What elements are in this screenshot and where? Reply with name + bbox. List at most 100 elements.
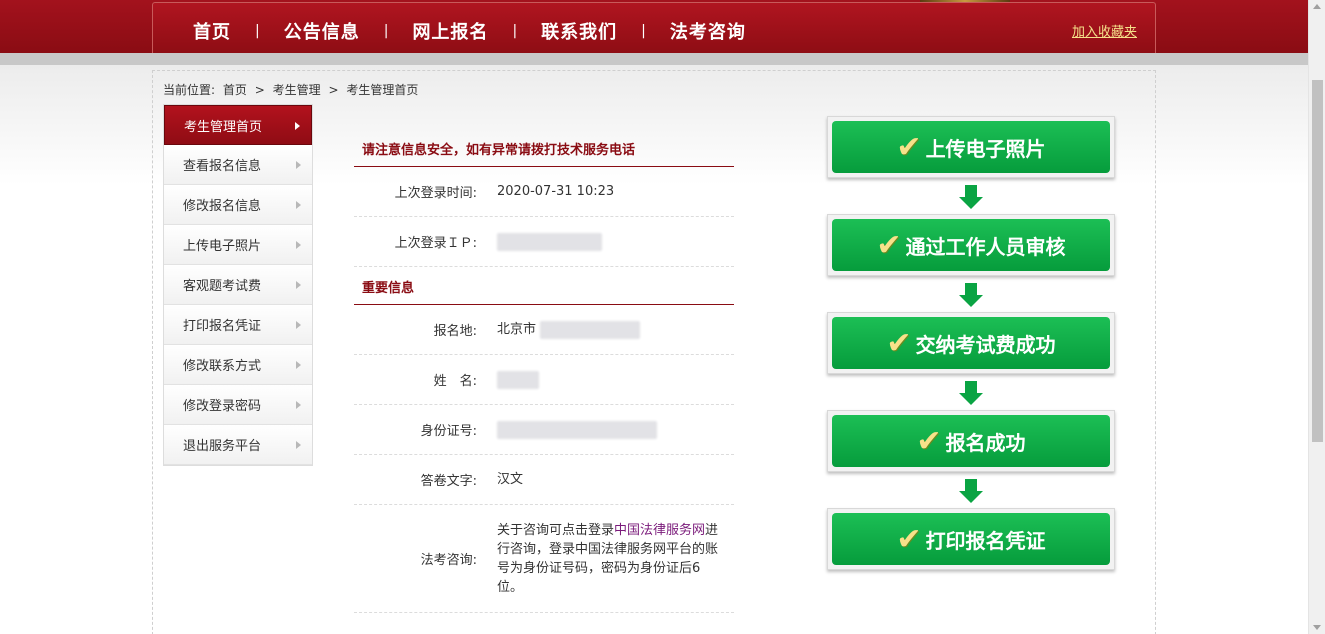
last-login-ip-value xyxy=(497,232,722,251)
name-label: 姓 名: xyxy=(433,374,477,389)
nav-separator: | xyxy=(255,23,260,39)
sidebar-item-view-registration[interactable]: 查看报名信息 xyxy=(164,145,312,185)
header-bar: 首页 | 公告信息 | 网上报名 | 联系我们 | 法考咨询 加入收藏夹 xyxy=(0,0,1308,53)
sidebar-item-edit-registration[interactable]: 修改报名信息 xyxy=(164,185,312,225)
info-row-id: 身份证号: xyxy=(354,405,734,455)
info-row-consultation: 法考咨询: 关于咨询可点击登录中国法律服务网进行咨询，登录中国法律服务网平台的账… xyxy=(354,505,734,613)
sidebar-menu: 考生管理首页 查看报名信息 修改报名信息 上传电子照片 客观题考试费 打印报名凭… xyxy=(163,104,313,466)
step-print-certificate: ✔ 打印报名凭证 xyxy=(827,508,1115,570)
arrow-down-icon xyxy=(959,283,983,309)
sidebar-item-label: 查看报名信息 xyxy=(183,159,262,174)
sidebar-item-edit-contact[interactable]: 修改联系方式 xyxy=(164,345,312,385)
last-login-time-value: 2020-07-31 10:23 xyxy=(497,184,615,199)
arrow-right-icon xyxy=(296,161,301,169)
scroll-down-icon[interactable] xyxy=(1313,625,1321,630)
id-label: 身份证号: xyxy=(420,424,477,439)
sidebar-item-change-password[interactable]: 修改登录密码 xyxy=(164,385,312,425)
last-login-time-label: 上次登录时间: xyxy=(394,186,477,201)
nav-online-registration[interactable]: 网上报名 xyxy=(412,18,488,44)
sidebar-item-label: 打印报名凭证 xyxy=(183,319,262,334)
scroll-up-icon[interactable] xyxy=(1313,4,1321,9)
nav-announcements[interactable]: 公告信息 xyxy=(284,18,360,44)
info-panel: 请注意信息安全，如有异常请拨打技术服务电话 上次登录时间: 2020-07-31… xyxy=(354,129,734,613)
nav-contact[interactable]: 联系我们 xyxy=(541,18,617,44)
add-favorite-link[interactable]: 加入收藏夹 xyxy=(1072,21,1137,40)
check-icon: ✔ xyxy=(886,325,912,361)
sidebar-item-label: 考生管理首页 xyxy=(184,119,263,135)
redacted-id-number xyxy=(497,420,657,439)
important-info-title: 重要信息 xyxy=(354,267,734,305)
sidebar-item-label: 上传电子照片 xyxy=(183,239,262,254)
step-staff-review: ✔ 通过工作人员审核 xyxy=(827,214,1115,276)
nav-separator: | xyxy=(512,23,518,39)
nav-home[interactable]: 首页 xyxy=(193,18,231,44)
redacted-name xyxy=(497,370,539,389)
breadcrumb: 当前位置: 首页 > 考生管理 > 考生管理首页 xyxy=(163,81,422,98)
sidebar-item-label: 修改联系方式 xyxy=(183,359,262,374)
check-icon: ✔ xyxy=(896,521,922,557)
info-row-language: 答卷文字: 汉文 xyxy=(354,455,734,505)
step-registration-success: ✔ 报名成功 xyxy=(827,410,1115,472)
header-underline xyxy=(0,53,1308,65)
language-label: 答卷文字: xyxy=(420,474,477,489)
step-label: 报名成功 xyxy=(945,430,1026,455)
redacted-place-detail xyxy=(540,320,641,339)
breadcrumb-candidate-mgmt[interactable]: 考生管理 xyxy=(273,83,321,97)
nav-separator: | xyxy=(641,23,646,39)
step-label: 交纳考试费成功 xyxy=(915,332,1056,357)
step-label: 上传电子照片 xyxy=(925,136,1046,161)
place-city: 北京市 xyxy=(497,322,537,337)
place-value: 北京市 xyxy=(497,320,722,339)
arrow-right-icon xyxy=(296,401,301,409)
breadcrumb-sep: > xyxy=(328,83,339,97)
sidebar-item-home[interactable]: 考生管理首页 xyxy=(164,105,312,145)
consultation-label: 法考咨询: xyxy=(420,553,477,568)
nav-separator: | xyxy=(383,23,389,39)
consultation-text: 关于咨询可点击登录中国法律服务网进行咨询，登录中国法律服务网平台的账号为身份证号… xyxy=(497,521,722,597)
check-icon: ✔ xyxy=(876,227,902,263)
arrow-down-icon xyxy=(959,479,983,505)
arrow-right-icon xyxy=(296,241,301,249)
sidebar-item-label: 客观题考试费 xyxy=(183,279,262,294)
language-value: 汉文 xyxy=(497,472,524,487)
security-notice: 请注意信息安全，如有异常请拨打技术服务电话 xyxy=(354,129,734,167)
arrow-right-icon xyxy=(296,361,301,369)
arrow-down-icon xyxy=(959,381,983,407)
main-nav: 首页 | 公告信息 | 网上报名 | 联系我们 | 法考咨询 xyxy=(193,18,746,44)
id-value xyxy=(497,420,722,439)
breadcrumb-prefix: 当前位置: xyxy=(163,83,216,97)
arrow-right-icon xyxy=(296,201,301,209)
breadcrumb-current: 考生管理首页 xyxy=(346,83,419,97)
arrow-right-icon xyxy=(296,441,301,449)
sidebar-item-label: 修改登录密码 xyxy=(183,399,262,414)
vertical-scrollbar[interactable] xyxy=(1308,0,1325,634)
arrow-right-icon xyxy=(296,321,301,329)
nav-consultation[interactable]: 法考咨询 xyxy=(670,18,746,44)
info-row-last-login-time: 上次登录时间: 2020-07-31 10:23 xyxy=(354,167,734,217)
info-row-place: 报名地: 北京市 xyxy=(354,305,734,355)
sidebar-item-label: 修改报名信息 xyxy=(183,199,262,214)
sidebar-item-exam-fee[interactable]: 客观题考试费 xyxy=(164,265,312,305)
breadcrumb-home[interactable]: 首页 xyxy=(223,83,247,97)
check-icon: ✔ xyxy=(916,423,942,459)
arrow-down-icon xyxy=(959,185,983,211)
name-value xyxy=(497,370,722,389)
redacted-ip xyxy=(497,232,602,251)
scrollbar-thumb[interactable] xyxy=(1312,80,1323,442)
last-login-ip-label: 上次登录ＩＰ: xyxy=(394,236,477,251)
sidebar-item-upload-photo[interactable]: 上传电子照片 xyxy=(164,225,312,265)
step-upload-photo: ✔ 上传电子照片 xyxy=(827,116,1115,178)
nav-container: 首页 | 公告信息 | 网上报名 | 联系我们 | 法考咨询 加入收藏夹 xyxy=(152,2,1156,53)
breadcrumb-sep: > xyxy=(254,83,265,97)
arrow-right-icon xyxy=(295,122,300,130)
info-row-last-login-ip: 上次登录ＩＰ: xyxy=(354,217,734,267)
main-content: 当前位置: 首页 > 考生管理 > 考生管理首页 考生管理首页 查看报名信息 修… xyxy=(152,70,1156,634)
place-label: 报名地: xyxy=(433,324,477,339)
sidebar-item-label: 退出服务平台 xyxy=(183,439,262,454)
sidebar-item-print-certificate[interactable]: 打印报名凭证 xyxy=(164,305,312,345)
sidebar-item-logout[interactable]: 退出服务平台 xyxy=(164,425,312,465)
china-legal-service-link[interactable]: 中国法律服务网 xyxy=(614,523,705,538)
check-icon: ✔ xyxy=(896,129,922,165)
step-pay-fee: ✔ 交纳考试费成功 xyxy=(827,312,1115,374)
step-label: 通过工作人员审核 xyxy=(905,234,1066,259)
